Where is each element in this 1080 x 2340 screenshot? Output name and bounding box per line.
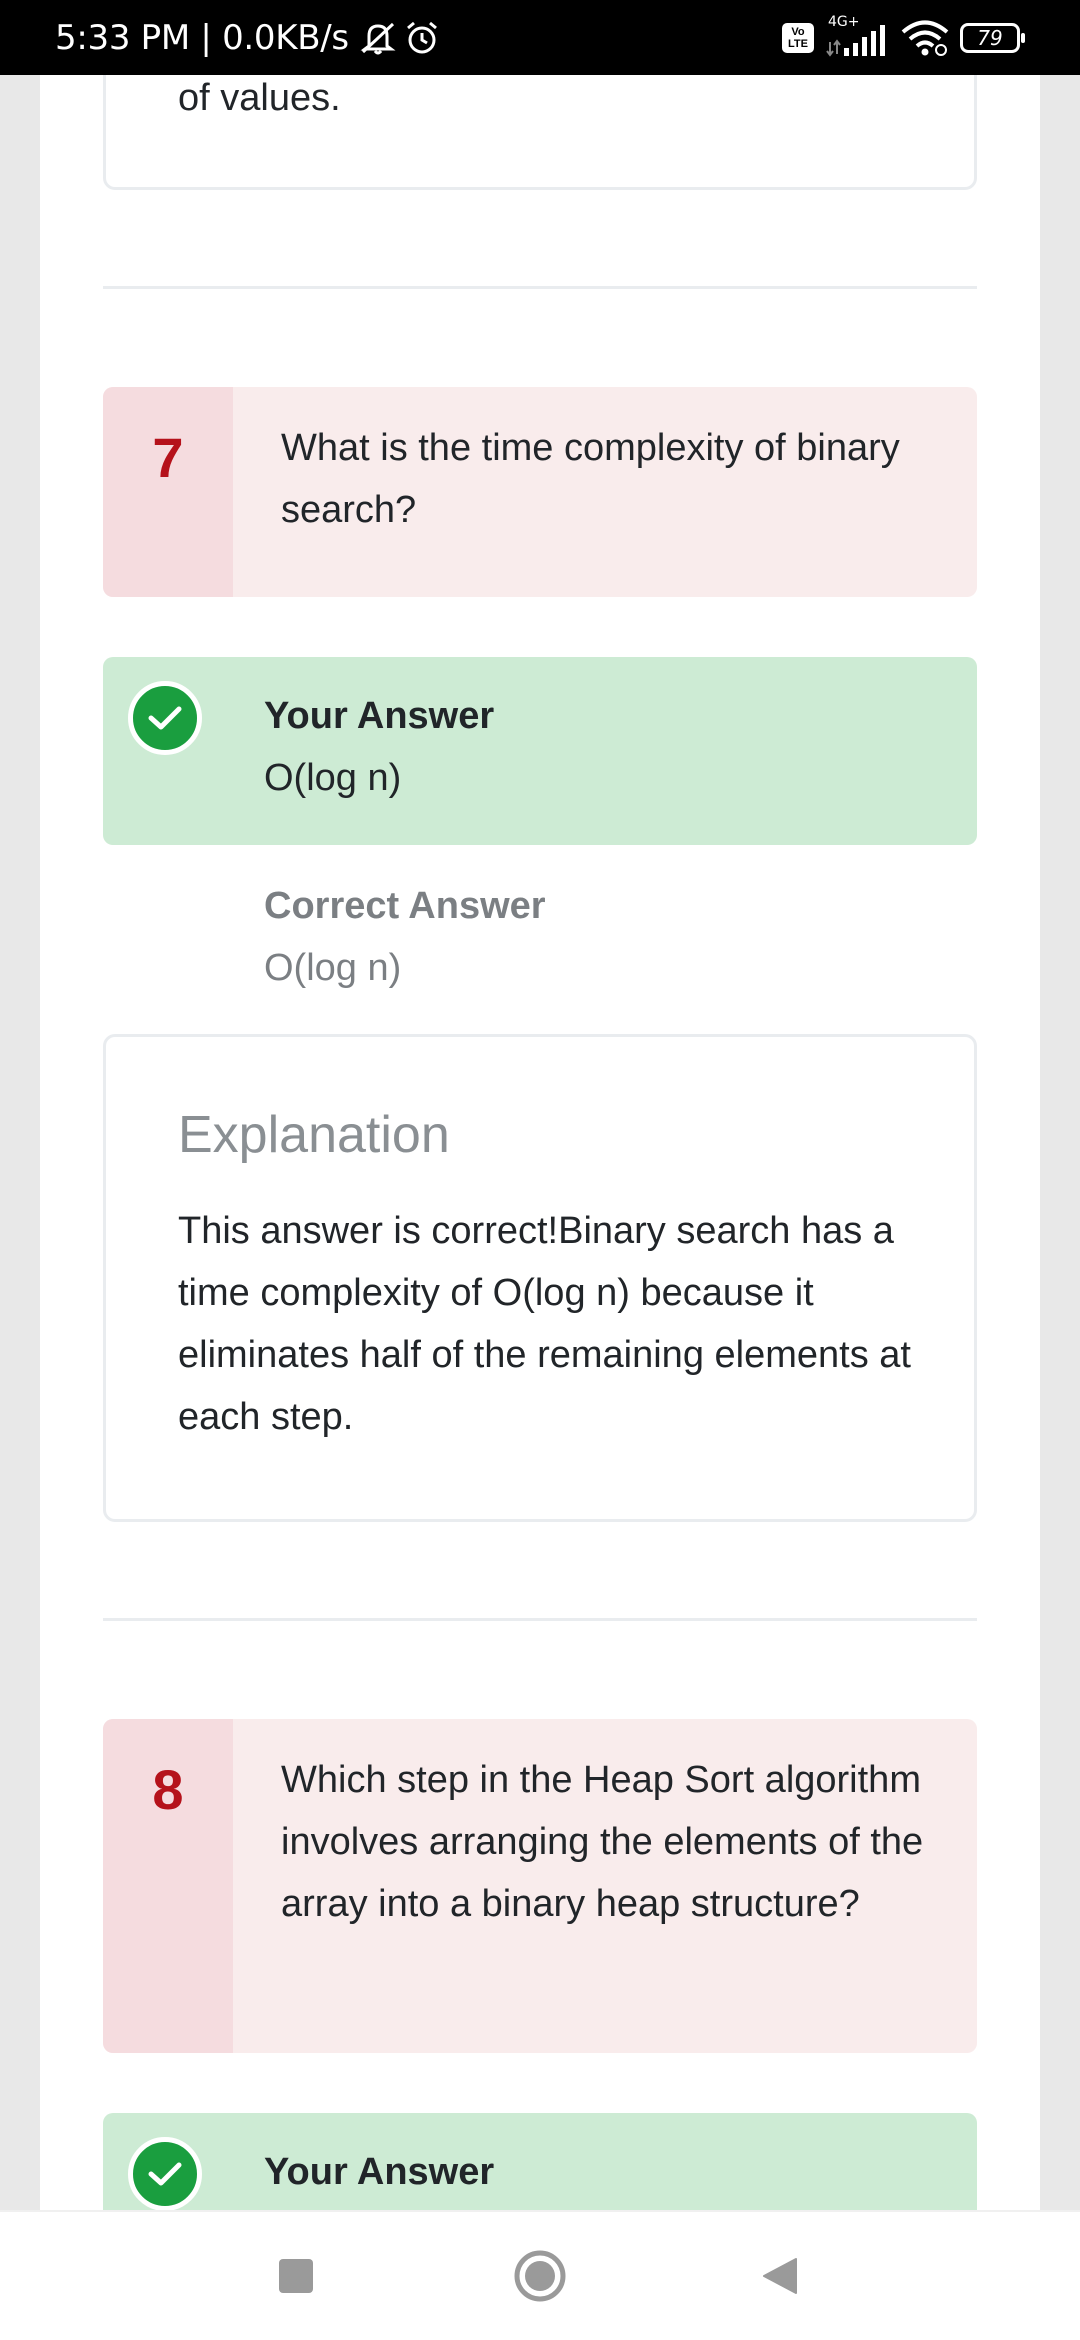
divider: [103, 286, 977, 289]
correct-answer-label: Correct Answer: [264, 885, 546, 927]
explanation-text: This answer is correct!Binary search has…: [178, 1210, 911, 1438]
your-answer-value: O(log n): [264, 757, 402, 799]
previous-explanation-text: of values.: [178, 77, 341, 119]
explanation-box: Explanation This answer is correct!Binar…: [103, 1034, 977, 1522]
signal-icon: [826, 24, 885, 57]
system-nav-bar: [0, 2210, 1080, 2340]
circle-icon: [514, 2250, 566, 2302]
your-answer-label: Your Answer: [264, 695, 495, 737]
check-circle-icon: [128, 2137, 202, 2210]
divider: [103, 1618, 977, 1621]
status-bar: 5:33 PM | 0.0KB/s Vo LTE 4G+ 79: [0, 0, 1080, 75]
question-number: 7: [152, 426, 184, 489]
battery-level: 79: [977, 25, 1003, 50]
volte-top: Vo: [791, 25, 805, 38]
volte-bottom: LTE: [788, 37, 808, 50]
alarm-icon: [406, 21, 437, 53]
square-icon: [279, 2259, 313, 2293]
question-number: 8: [152, 1758, 184, 1821]
explanation-heading: Explanation: [178, 1106, 450, 1164]
status-left: 5:33 PM | 0.0KB/s: [55, 0, 441, 75]
status-right: Vo LTE 4G+ 79: [782, 0, 1025, 75]
triangle-back-icon: [763, 2258, 797, 2294]
check-circle-icon: [128, 681, 202, 755]
battery-icon: 79: [960, 22, 1025, 53]
your-answer-box: Your Answer: [103, 2113, 977, 2210]
wifi-icon: [901, 20, 949, 56]
status-time-speed: 5:33 PM | 0.0KB/s: [55, 17, 349, 58]
your-answer-label: Your Answer: [264, 2151, 495, 2193]
question-number-cell: [103, 387, 233, 597]
recents-button[interactable]: [236, 2212, 356, 2340]
question-card: 7 What is the time complexity of binary …: [103, 387, 977, 597]
previous-explanation-box: of values.: [103, 75, 977, 190]
question-card: 8 Which step in the Heap Sort algorithm …: [103, 1719, 977, 2053]
question-text: Which step in the Heap Sort algorithm in…: [281, 1759, 924, 1925]
signal-group: 4G+: [824, 14, 890, 58]
home-button[interactable]: [480, 2212, 600, 2340]
your-answer-box: Your Answer O(log n): [103, 657, 977, 845]
volte-icon: Vo LTE: [782, 22, 814, 53]
results-card: of values. 7 What is the time complexity…: [40, 75, 1040, 2210]
back-button[interactable]: [720, 2212, 840, 2340]
correct-answer-value: O(log n): [264, 947, 402, 989]
question-text: What is the time complexity of binary se…: [281, 427, 900, 531]
mute-bell-icon: [360, 22, 396, 54]
